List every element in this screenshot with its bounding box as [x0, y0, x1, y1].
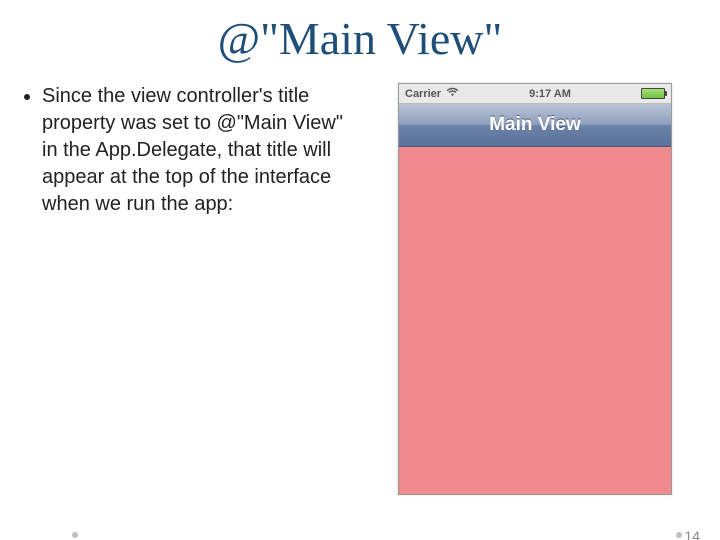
- phone-screenshot: Carrier 9:17 AM Main View: [398, 83, 672, 495]
- nav-title: Main View: [489, 114, 581, 136]
- bullet-item: Since the view controller's title proper…: [42, 83, 360, 218]
- screenshot-column: Carrier 9:17 AM Main View: [370, 83, 700, 495]
- status-left: Carrier: [405, 87, 459, 100]
- status-bar: Carrier 9:17 AM: [399, 84, 671, 104]
- carrier-label: Carrier: [405, 88, 441, 100]
- battery-icon: [641, 88, 665, 99]
- footer-dot-left: [72, 532, 78, 538]
- phone-body: [399, 147, 671, 494]
- nav-bar: Main View: [399, 104, 671, 147]
- status-right: [641, 88, 665, 99]
- footer-dot-right: [676, 532, 682, 538]
- slide-title: @"Main View": [0, 12, 720, 65]
- bullet-list: Since the view controller's title proper…: [20, 83, 360, 218]
- page-number: 14: [684, 528, 700, 540]
- status-time: 9:17 AM: [529, 88, 571, 100]
- content-row: Since the view controller's title proper…: [0, 83, 720, 495]
- wifi-icon: [446, 87, 459, 100]
- text-column: Since the view controller's title proper…: [20, 83, 370, 495]
